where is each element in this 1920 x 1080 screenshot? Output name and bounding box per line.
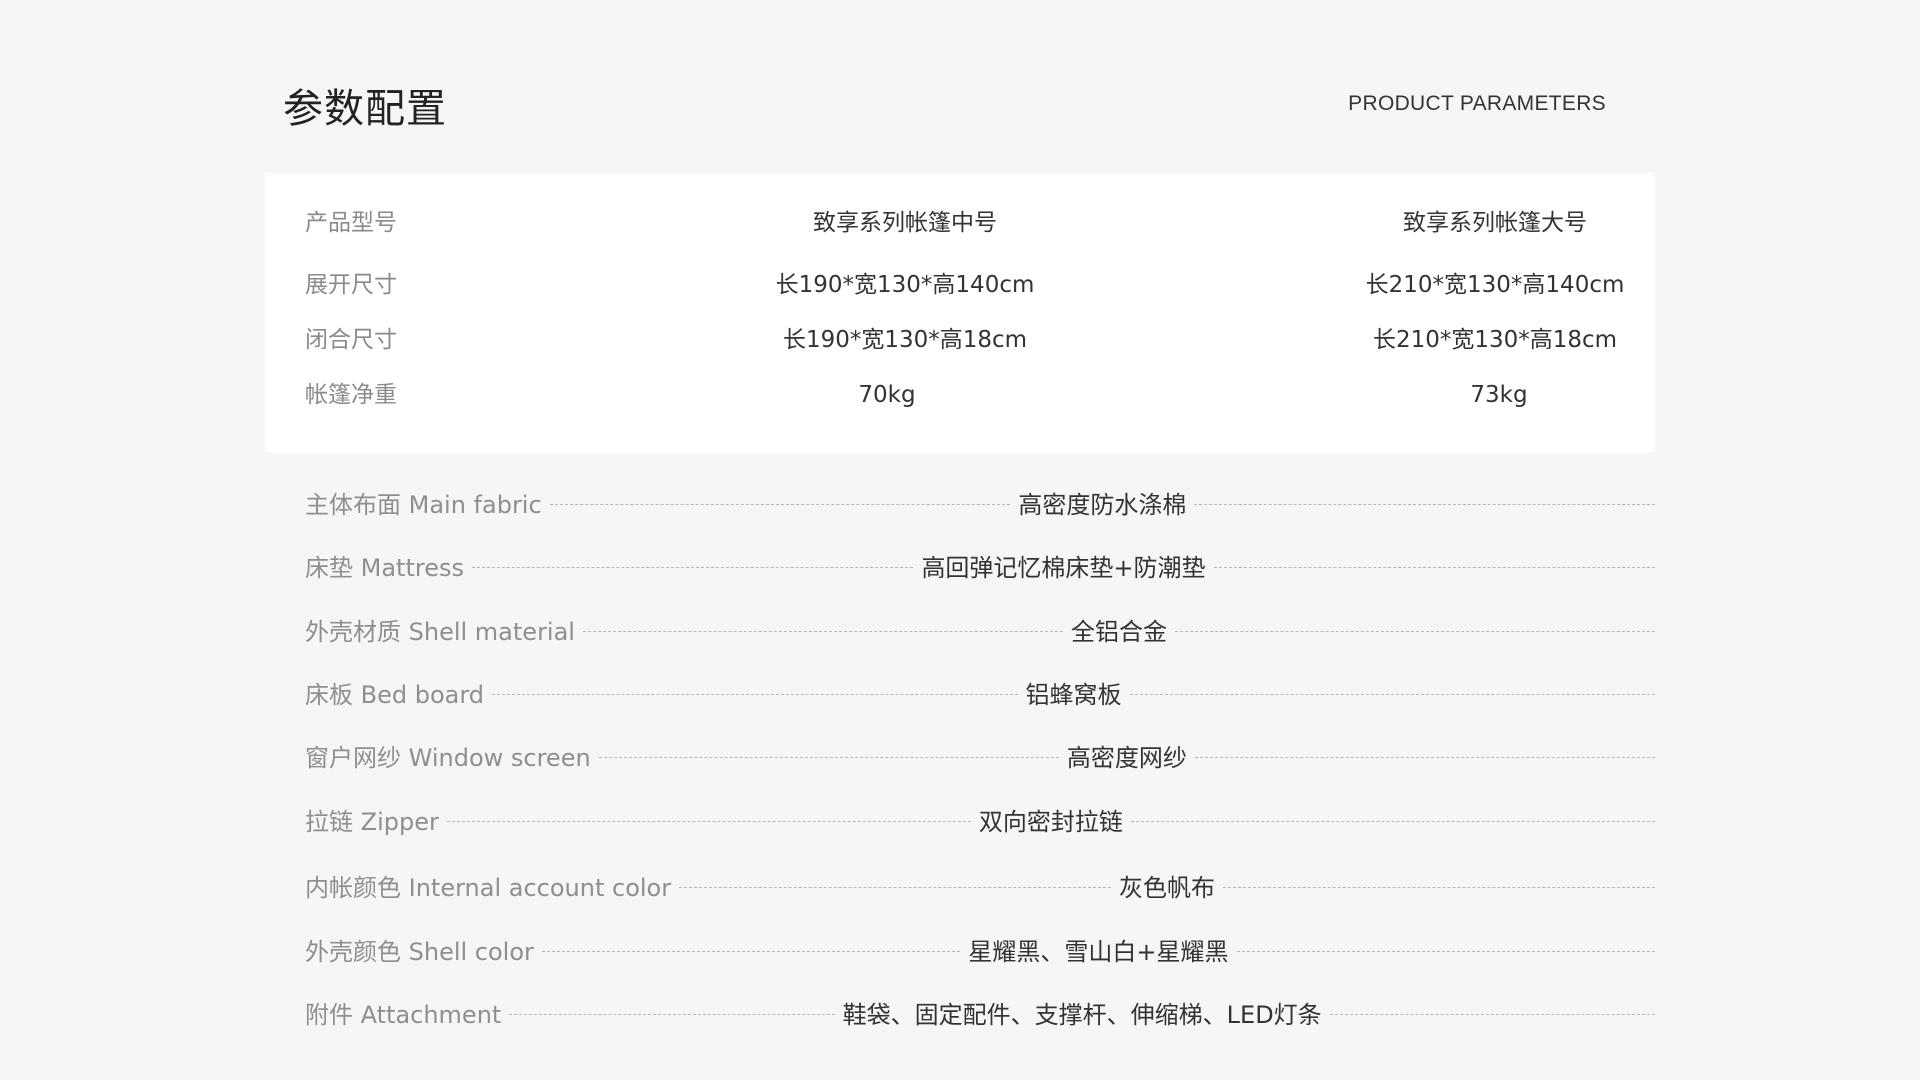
- spec-table: 产品型号 致享系列帐篷中号 致享系列帐篷大号 展开尺寸 长190*宽130*高1…: [265, 173, 1655, 453]
- dotted-leader: [1223, 886, 1655, 888]
- material-row-main-fabric: 主体布面 Main fabric 高密度防水涤棉: [305, 482, 1656, 522]
- dotted-leader: [1129, 693, 1655, 695]
- page-title: 参数配置: [283, 86, 447, 132]
- material-label: 床垫 Mattress: [305, 553, 464, 582]
- dotted-leader: [582, 630, 1063, 632]
- spec-row-model: 产品型号 致享系列帐篷中号 致享系列帐篷大号: [265, 203, 1655, 243]
- dotted-leader: [679, 886, 1112, 888]
- material-label: 外壳材质 Shell material: [305, 617, 575, 646]
- spec-value-large: 长210*宽130*高18cm: [1372, 327, 1618, 353]
- spec-row-open-size: 展开尺寸 长190*宽130*高140cm 长210*宽130*高140cm: [265, 265, 1655, 305]
- material-value: 灰色帆布: [1119, 873, 1216, 902]
- spec-value-medium: 70kg: [858, 382, 916, 408]
- material-value: 高密度防水涤棉: [1018, 490, 1187, 519]
- dotted-leader: [598, 756, 1059, 758]
- material-row-shell-color: 外壳颜色 Shell color 星耀黑、雪山白+星耀黑: [305, 929, 1656, 969]
- dotted-leader: [1130, 820, 1655, 822]
- dotted-leader: [541, 950, 961, 952]
- dotted-leader: [1175, 630, 1656, 632]
- material-value: 星耀黑、雪山白+星耀黑: [968, 937, 1229, 966]
- material-row-shell-material: 外壳材质 Shell material 全铝合金: [305, 609, 1656, 649]
- dotted-leader: [549, 503, 1011, 505]
- material-label: 主体布面 Main fabric: [305, 490, 542, 519]
- spec-label: 产品型号: [305, 210, 397, 236]
- dotted-leader: [1194, 503, 1656, 505]
- material-value: 鞋袋、固定配件、支撑杆、伸缩梯、LED灯条: [842, 1000, 1322, 1029]
- material-value: 铝蜂窝板: [1025, 680, 1122, 709]
- material-value: 全铝合金: [1071, 617, 1167, 646]
- spec-row-closed-size: 闭合尺寸 长190*宽130*高18cm 长210*宽130*高18cm: [265, 320, 1655, 360]
- material-label: 外壳颜色 Shell color: [305, 937, 534, 966]
- spec-value-medium: 长190*宽130*高140cm: [775, 272, 1035, 298]
- spec-label: 展开尺寸: [305, 272, 397, 298]
- dotted-leader: [492, 693, 1018, 695]
- material-row-bed-board: 床板 Bed board 铝蜂窝板: [305, 672, 1655, 712]
- material-row-mattress: 床垫 Mattress 高回弹记忆棉床垫+防潮垫: [305, 545, 1655, 585]
- dotted-leader: [1194, 756, 1656, 758]
- material-value: 高回弹记忆棉床垫+防潮垫: [921, 553, 1206, 582]
- dotted-leader: [446, 820, 971, 822]
- dotted-leader: [1213, 566, 1655, 568]
- material-value: 高密度网纱: [1066, 743, 1187, 772]
- dotted-leader: [1236, 950, 1656, 952]
- material-label: 窗户网纱 Window screen: [305, 743, 591, 772]
- material-label: 附件 Attachment: [305, 1000, 502, 1029]
- material-label: 拉链 Zipper: [305, 807, 439, 836]
- dotted-leader: [471, 566, 914, 568]
- spec-label: 帐篷净重: [305, 382, 397, 408]
- spec-value-large: 长210*宽130*高140cm: [1365, 272, 1625, 298]
- dotted-leader: [509, 1013, 835, 1015]
- dotted-leader: [1329, 1013, 1655, 1015]
- material-row-zipper: 拉链 Zipper 双向密封拉链: [305, 799, 1655, 839]
- material-row-internal-color: 内帐颜色 Internal account color 灰色帆布: [305, 865, 1655, 905]
- material-row-window-screen: 窗户网纱 Window screen 高密度网纱: [305, 735, 1656, 775]
- spec-value-medium: 长190*宽130*高18cm: [782, 327, 1028, 353]
- material-label: 床板 Bed board: [305, 680, 485, 709]
- page-subtitle: PRODUCT PARAMETERS: [1348, 92, 1606, 115]
- material-row-attachment: 附件 Attachment 鞋袋、固定配件、支撑杆、伸缩梯、LED灯条: [305, 992, 1655, 1032]
- spec-value-medium: 致享系列帐篷中号: [813, 210, 997, 236]
- spec-row-net-weight: 帐篷净重 70kg 73kg: [265, 375, 1655, 415]
- spec-value-large: 致享系列帐篷大号: [1403, 210, 1587, 236]
- material-label: 内帐颜色 Internal account color: [305, 873, 672, 902]
- spec-value-large: 73kg: [1470, 382, 1528, 408]
- material-value: 双向密封拉链: [978, 807, 1123, 836]
- spec-label: 闭合尺寸: [305, 327, 397, 353]
